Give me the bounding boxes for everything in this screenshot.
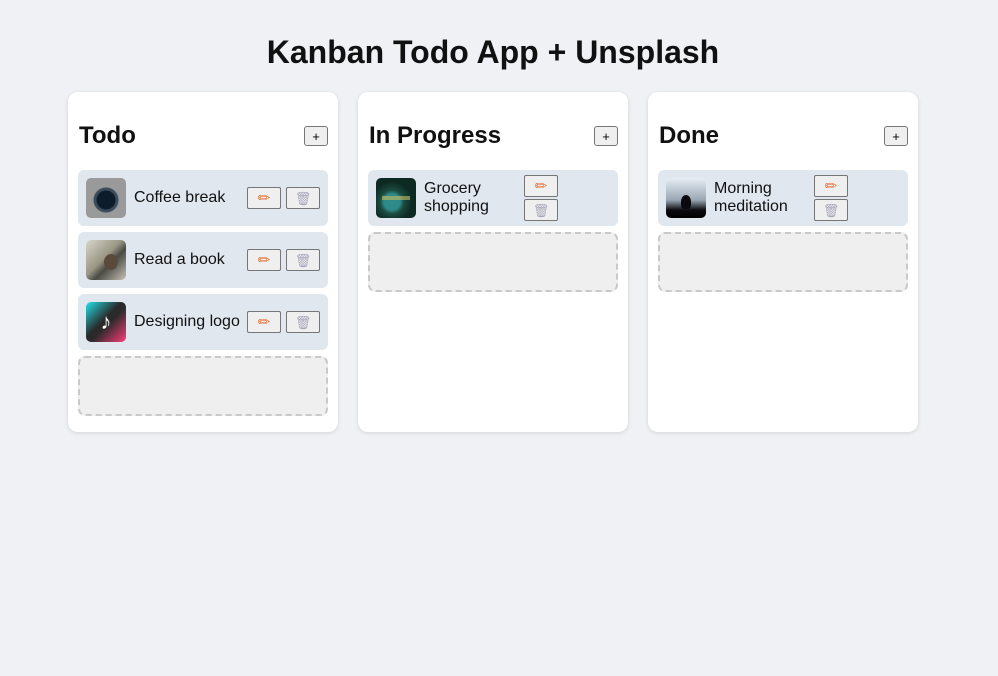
drop-zone[interactable] [368,232,618,292]
task-label: Read a book [134,251,225,268]
delete-button[interactable]: 🗑 [814,199,848,221]
task-label: Designing logo [134,313,240,330]
add-card-button[interactable]: + [304,126,328,146]
edit-button[interactable]: ✏ [247,249,281,271]
task-thumbnail: ♪ [86,302,126,342]
task-label: Coffee break [134,189,226,206]
edit-button[interactable]: ✏ [247,187,281,209]
task-thumbnail [376,178,416,218]
delete-button[interactable]: 🗑 [524,199,558,221]
task-thumbnail [86,240,126,280]
task-label: Morning meditation [714,180,788,215]
column-title: Done [659,122,719,149]
edit-button[interactable]: ✏ [814,175,848,197]
trash-icon: 🗑 [532,202,550,218]
task-actions: ✏ 🗑 [524,175,558,221]
trash-icon: 🗑 [294,252,312,268]
drop-zone[interactable] [78,356,328,416]
trash-icon: 🗑 [822,202,840,218]
task-actions: ✏ 🗑 [247,311,320,333]
column-header: Todo + [78,112,328,160]
column-header: Done + [658,112,908,160]
pencil-icon: ✏ [534,177,548,195]
music-note-icon: ♪ [100,309,112,334]
trash-icon: 🗑 [294,314,312,330]
add-card-button[interactable]: + [594,126,618,146]
column-done: Done + Morning meditation ✏ 🗑 [648,92,918,432]
delete-button[interactable]: 🗑 [286,249,320,271]
task-actions: ✏ 🗑 [247,249,320,271]
task-card[interactable]: Read a book ✏ 🗑 [78,232,328,288]
column-todo: Todo + Coffee break ✏ 🗑 Read a book ✏ 🗑 … [68,92,338,432]
add-card-button[interactable]: + [884,126,908,146]
task-actions: ✏ 🗑 [814,175,848,221]
delete-button[interactable]: 🗑 [286,187,320,209]
task-label: Grocery shopping [424,180,489,215]
task-card[interactable]: Coffee break ✏ 🗑 [78,170,328,226]
drop-zone[interactable] [658,232,908,292]
column-header: In Progress + [368,112,618,160]
task-actions: ✏ 🗑 [247,187,320,209]
task-card[interactable]: ♪ Designing logo ✏ 🗑 [78,294,328,350]
task-card[interactable]: Grocery shopping ✏ 🗑 [368,170,618,226]
delete-button[interactable]: 🗑 [286,311,320,333]
task-thumbnail [666,178,706,218]
column-title: In Progress [369,122,502,149]
app-title: Kanban Todo App + Unsplash [266,34,720,70]
edit-button[interactable]: ✏ [247,311,281,333]
pencil-icon: ✏ [824,177,838,195]
pencil-icon: ✏ [257,313,271,331]
task-card[interactable]: Morning meditation ✏ 🗑 [658,170,908,226]
kanban-board: Todo + Coffee break ✏ 🗑 Read a book ✏ 🗑 … [68,92,918,432]
column-in-progress: In Progress + Grocery shopping ✏ 🗑 [358,92,628,432]
column-title: Todo [79,122,136,149]
pencil-icon: ✏ [257,189,271,207]
pencil-icon: ✏ [257,251,271,269]
task-thumbnail [86,178,126,218]
edit-button[interactable]: ✏ [524,175,558,197]
trash-icon: 🗑 [294,190,312,206]
